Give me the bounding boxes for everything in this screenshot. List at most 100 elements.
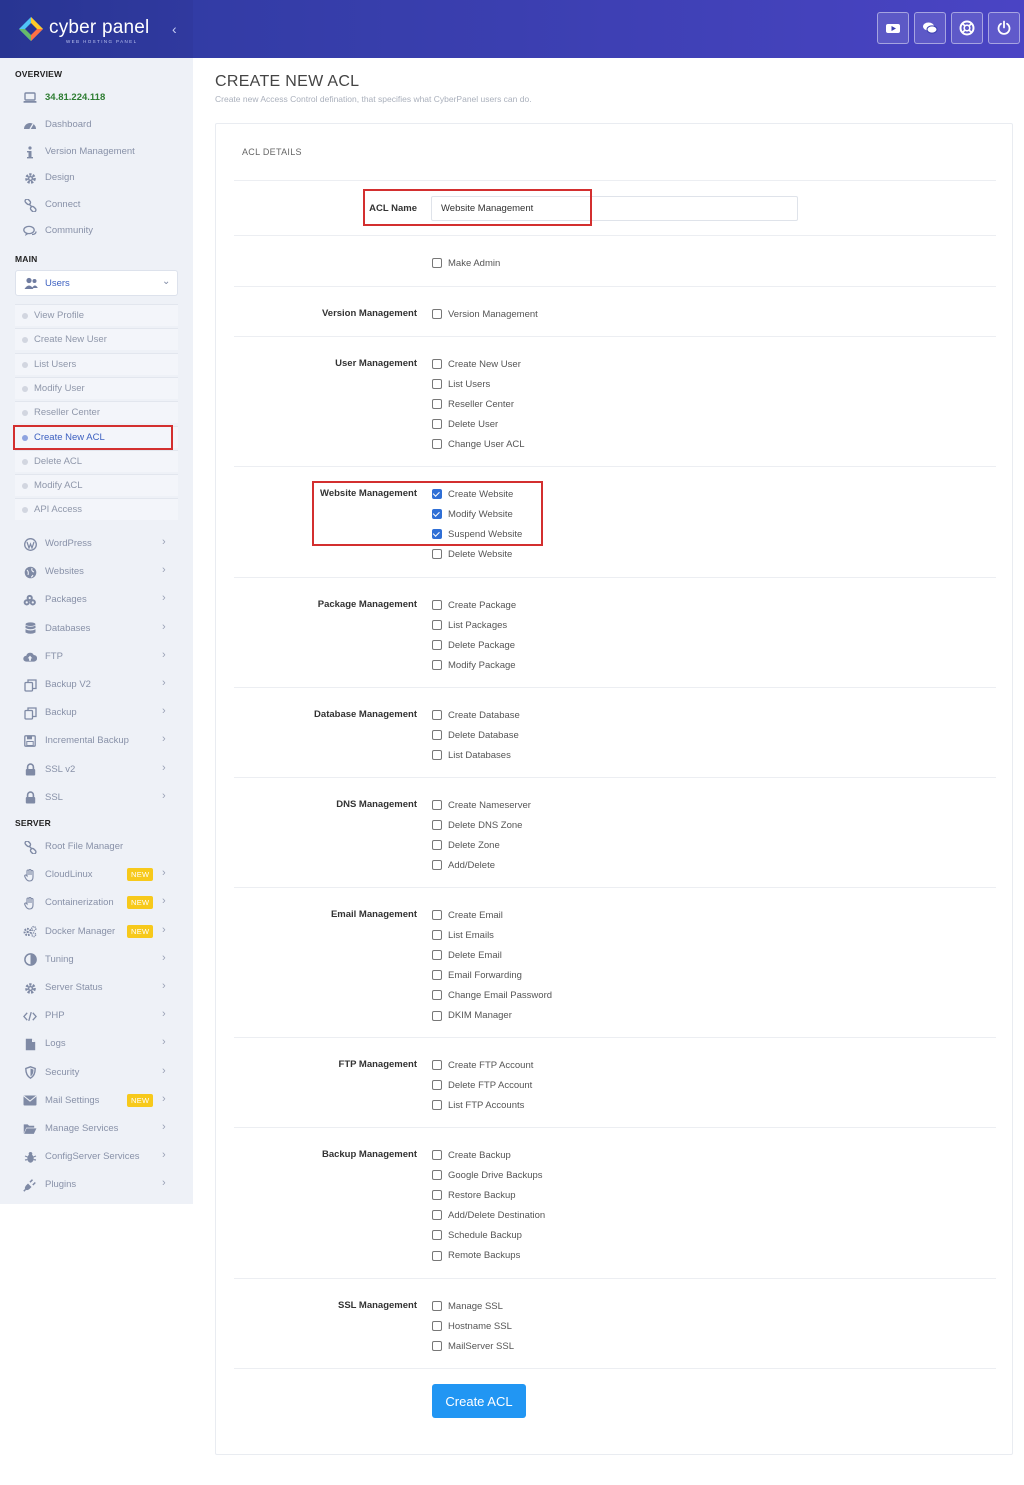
bullet-icon	[22, 483, 28, 490]
sidebar-item-version-management[interactable]: Version Management	[0, 141, 193, 163]
submenu-item-view-profile[interactable]: View Profile	[15, 304, 178, 326]
chevron-right-icon: ›	[162, 1064, 166, 1077]
cog-icon	[23, 171, 37, 185]
checkbox-list-ftp-accounts[interactable]: List FTP Accounts	[432, 1098, 524, 1112]
sidebar-item-design[interactable]: Design	[0, 167, 193, 189]
checkbox-google-drive-backups[interactable]: Google Drive Backups	[432, 1168, 543, 1182]
sidebar-item-backup-v2[interactable]: Backup V2 ›	[0, 674, 193, 696]
sidebar-item-manage-services[interactable]: Manage Services ›	[0, 1118, 193, 1140]
chevron-right-icon: ›	[162, 648, 166, 661]
sidebar-item-websites[interactable]: Websites ›	[0, 561, 193, 583]
link-icon	[23, 198, 37, 212]
checkbox-delete-email[interactable]: Delete Email	[432, 948, 502, 962]
submenu-item-delete-acl[interactable]: Delete ACL	[15, 449, 178, 472]
sidebar-item-incremental-backup[interactable]: Incremental Backup ›	[0, 730, 193, 752]
checkbox-create-database[interactable]: Create Database	[432, 708, 520, 722]
checkbox-delete-database[interactable]: Delete Database	[432, 728, 519, 742]
checkbox-delete-dns-zone[interactable]: Delete DNS Zone	[432, 818, 522, 832]
checkbox-delete-ftp-account[interactable]: Delete FTP Account	[432, 1078, 532, 1092]
checkbox-unchecked-icon	[432, 1080, 442, 1091]
half-circle-icon-svg	[23, 953, 37, 967]
logout-button[interactable]	[988, 12, 1020, 44]
checkbox-manage-ssl[interactable]: Manage SSL	[432, 1299, 503, 1313]
sidebar-item-wordpress[interactable]: WordPress ›	[0, 533, 193, 555]
chat-button[interactable]	[914, 12, 946, 44]
sidebar-item-backup[interactable]: Backup ›	[0, 702, 193, 724]
checkbox-create-backup[interactable]: Create Backup	[432, 1148, 511, 1162]
checkbox-create-new-user[interactable]: Create New User	[432, 357, 521, 371]
checkbox-hostname-ssl[interactable]: Hostname SSL	[432, 1319, 512, 1333]
submenu-item-create-new-user[interactable]: Create New User	[15, 328, 178, 351]
sidebar-item-server-status[interactable]: Server Status ›	[0, 977, 193, 999]
make-admin-checkbox[interactable]: Make Admin	[432, 256, 500, 270]
sidebar-item-ftp[interactable]: FTP ›	[0, 646, 193, 668]
checkbox-dkim-manager[interactable]: DKIM Manager	[432, 1009, 512, 1023]
hand-icon	[23, 896, 37, 910]
sidebar-item-root-file-manager[interactable]: Root File Manager	[0, 836, 193, 858]
checkbox-list-users[interactable]: List Users	[432, 377, 490, 391]
checkbox-create-email[interactable]: Create Email	[432, 908, 503, 922]
sidebar-item-containerization[interactable]: Containerization NEW ›	[0, 892, 193, 914]
checkbox-list-databases[interactable]: List Databases	[432, 748, 511, 762]
divider	[234, 336, 996, 337]
submenu-item-api-access[interactable]: API Access	[15, 498, 178, 521]
checkbox-list-emails[interactable]: List Emails	[432, 928, 494, 942]
checkbox-create-nameserver[interactable]: Create Nameserver	[432, 798, 531, 812]
checkbox-reseller-center[interactable]: Reseller Center	[432, 397, 514, 411]
sidebar-item-34-81-224-118[interactable]: 34.81.224.118	[0, 87, 193, 109]
sidebar-item-cloudlinux[interactable]: CloudLinux NEW ›	[0, 864, 193, 886]
checkbox-email-forwarding[interactable]: Email Forwarding	[432, 968, 522, 982]
checkbox-delete-zone[interactable]: Delete Zone	[432, 838, 500, 852]
submenu-item-modify-user[interactable]: Modify User	[15, 376, 178, 399]
sidebar-item-packages[interactable]: Packages ›	[0, 589, 193, 611]
submenu-item-modify-acl[interactable]: Modify ACL	[15, 474, 178, 497]
checkbox-remote-backups[interactable]: Remote Backups	[432, 1249, 520, 1263]
bug-icon	[23, 1150, 37, 1164]
plug-icon-svg	[23, 1179, 36, 1193]
sidebar-item-logs[interactable]: Logs ›	[0, 1033, 193, 1055]
checkbox-create-ftp-account[interactable]: Create FTP Account	[432, 1058, 533, 1072]
create-acl-button[interactable]: Create ACL	[432, 1384, 526, 1418]
checkbox-delete-user[interactable]: Delete User	[432, 417, 498, 431]
checkbox-version-management[interactable]: Version Management	[432, 307, 538, 321]
checkbox-modify-package[interactable]: Modify Package	[432, 658, 516, 672]
lock-icon-svg	[25, 791, 35, 804]
sidebar-collapse-button[interactable]: ‹	[172, 21, 177, 37]
youtube-button[interactable]	[877, 12, 909, 44]
checkbox-schedule-backup[interactable]: Schedule Backup	[432, 1228, 522, 1242]
checkbox-list-packages[interactable]: List Packages	[432, 618, 507, 632]
sidebar-item-security[interactable]: Security ›	[0, 1062, 193, 1084]
checkbox-unchecked-icon	[432, 549, 442, 560]
sidebar-item-configserver-services[interactable]: ConfigServer Services ›	[0, 1146, 193, 1168]
checkbox-change-user-acl[interactable]: Change User ACL	[432, 437, 525, 451]
sidebar-item-mail-settings[interactable]: Mail Settings NEW ›	[0, 1090, 193, 1112]
sidebar-item-connect[interactable]: Connect	[0, 194, 193, 216]
submenu-item-list-users[interactable]: List Users	[15, 352, 178, 375]
group-label-user-management: User Management	[335, 358, 417, 369]
sidebar-item-ssl[interactable]: SSL ›	[0, 787, 193, 809]
checkbox-add-delete[interactable]: Add/Delete	[432, 858, 495, 872]
users-menu-toggle[interactable]: Users ⌄	[15, 270, 178, 296]
checkbox-delete-package[interactable]: Delete Package	[432, 638, 515, 652]
sidebar-item-databases[interactable]: Databases ›	[0, 618, 193, 640]
sidebar-item-ssl-v2[interactable]: SSL v2 ›	[0, 759, 193, 781]
chevron-right-icon: ›	[162, 677, 166, 689]
checkbox-label: Add/Delete Destination	[448, 1209, 546, 1221]
checkbox-restore-backup[interactable]: Restore Backup	[432, 1188, 516, 1202]
sidebar-item-plugins[interactable]: Plugins ›	[0, 1174, 193, 1196]
sidebar-item-tuning[interactable]: Tuning ›	[0, 949, 193, 971]
checkbox-create-package[interactable]: Create Package	[432, 598, 516, 612]
checkbox-delete-website[interactable]: Delete Website	[432, 547, 512, 561]
checkbox-change-email-password[interactable]: Change Email Password	[432, 988, 552, 1002]
sidebar-item-php[interactable]: PHP ›	[0, 1005, 193, 1027]
sidebar-item-dashboard[interactable]: Dashboard	[0, 114, 193, 136]
checkbox-label: List Users	[448, 378, 491, 390]
support-button[interactable]	[951, 12, 983, 44]
submenu-item-label: View Profile	[34, 310, 84, 321]
checkbox-add-delete-destination[interactable]: Add/Delete Destination	[432, 1208, 545, 1222]
sidebar-item-docker-manager[interactable]: Docker Manager NEW ›	[0, 921, 193, 943]
sidebar-item-community[interactable]: Community	[0, 220, 193, 242]
checkbox-mailserver-ssl[interactable]: MailServer SSL	[432, 1339, 514, 1353]
section-main: MAIN	[15, 254, 38, 264]
submenu-item-reseller-center[interactable]: Reseller Center	[15, 401, 178, 424]
